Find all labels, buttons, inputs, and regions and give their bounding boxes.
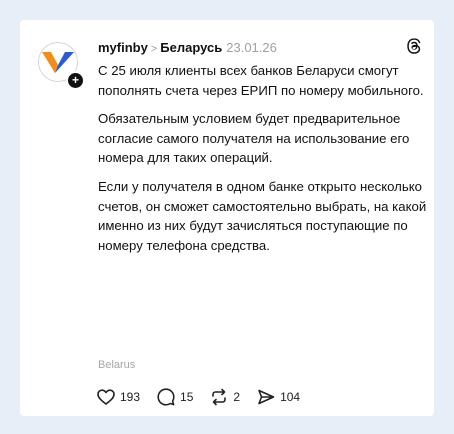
post-paragraph: Обязательным условием будет предваритель… xyxy=(98,111,410,166)
myfin-logo-icon xyxy=(42,52,74,73)
reply-button[interactable]: 15 xyxy=(156,387,193,407)
repost-icon xyxy=(212,388,227,406)
repost-button[interactable]: 2 xyxy=(209,387,240,407)
follow-plus-icon[interactable]: + xyxy=(66,71,85,90)
post-card: + myfinby > Беларусь 23.01.26 С 25 июля кли… xyxy=(20,20,434,416)
repost-count: 2 xyxy=(233,390,241,404)
post-paragraph: Если у получателя в одном банке открыто … xyxy=(98,178,427,253)
avatar[interactable]: + xyxy=(38,42,85,90)
post-header: myfinby > Беларусь 23.01.26 xyxy=(98,40,277,57)
like-button[interactable]: 193 xyxy=(96,387,140,407)
post-date[interactable]: 23.01.26 xyxy=(226,40,277,55)
share-button[interactable]: 104 xyxy=(256,387,300,407)
action-bar: 193 15 2 104 xyxy=(96,387,316,407)
breadcrumb-separator: > xyxy=(150,43,158,55)
author-name[interactable]: myfinby xyxy=(98,40,148,55)
topic-link[interactable]: Беларусь xyxy=(160,40,222,55)
comment-icon xyxy=(157,388,175,406)
post-body: С 25 июля клиенты всех банков Беларуси с… xyxy=(98,61,428,264)
topic-tag[interactable]: Belarus xyxy=(98,359,135,371)
post-paragraph: С 25 июля клиенты всех банков Беларуси с… xyxy=(98,63,424,98)
threads-icon[interactable] xyxy=(404,36,424,56)
share-icon xyxy=(258,389,275,405)
share-count: 104 xyxy=(280,390,301,404)
heart-icon xyxy=(97,389,115,405)
reply-count: 15 xyxy=(180,390,194,404)
like-count: 193 xyxy=(120,390,141,404)
